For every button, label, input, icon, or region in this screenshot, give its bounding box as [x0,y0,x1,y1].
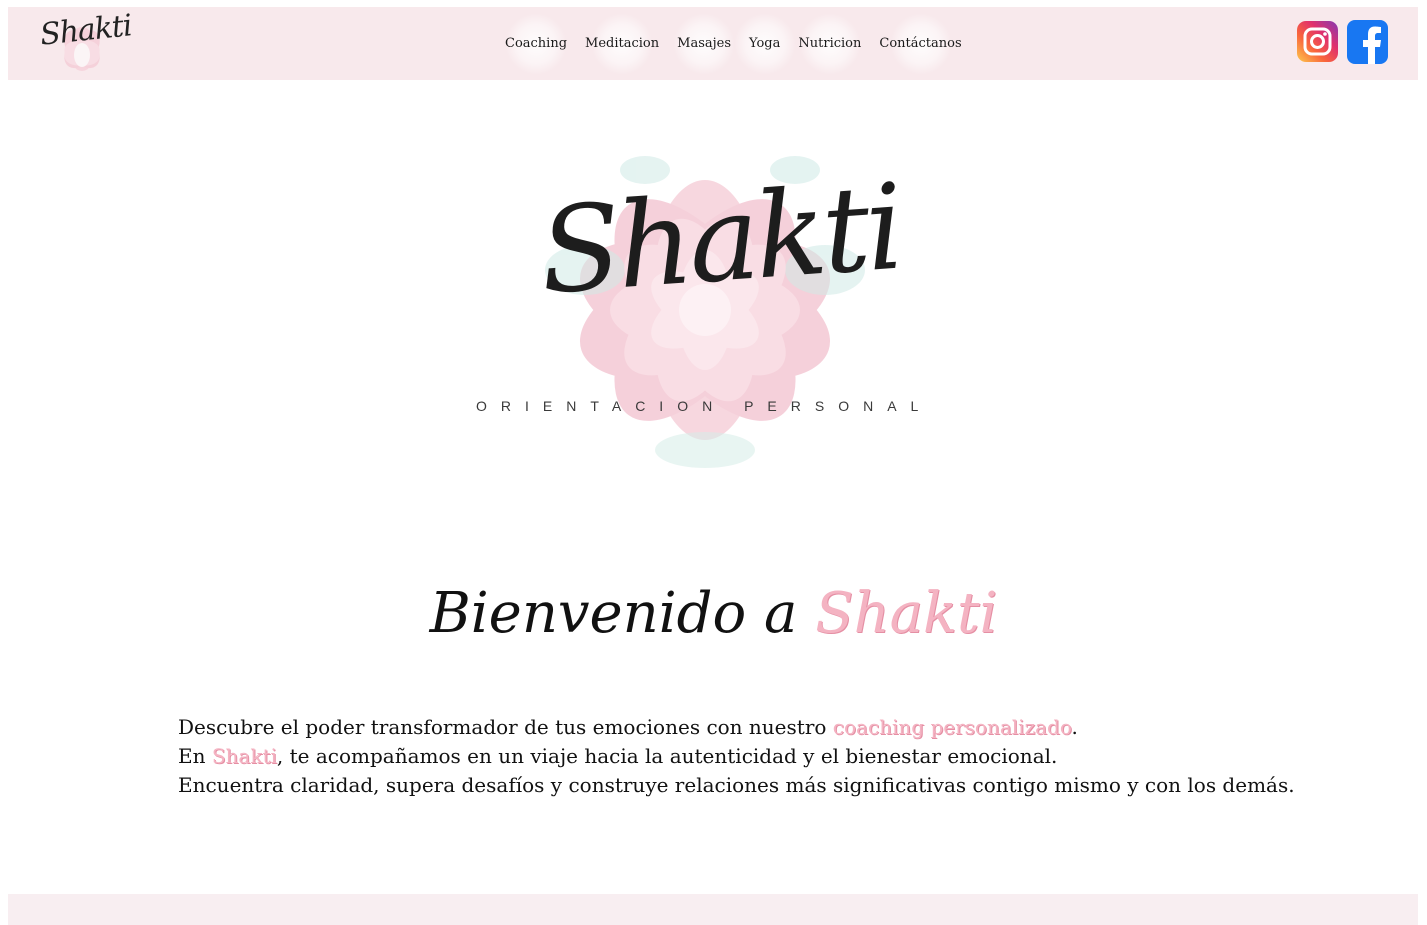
header-logo[interactable]: Shakti [36,8,133,75]
social-links [1297,20,1388,64]
main-nav: Coaching Meditacion Masajes Yoga Nutrici… [496,7,971,80]
welcome-prefix: Bienvenido a [429,581,798,646]
nav-label: Masajes [677,36,732,51]
facebook-icon[interactable] [1347,20,1388,64]
nav-label: Meditacion [585,36,660,51]
welcome-heading: Bienvenido a Shakti [0,580,1427,647]
site-footer [8,894,1418,925]
nav-item-contactanos[interactable]: Contáctanos [870,7,970,80]
page: Shakti Coaching Meditacion Masajes Yoga … [0,0,1427,925]
intro-text-segment: En [178,744,212,768]
nav-label: Contáctanos [879,36,962,51]
nav-item-meditacion[interactable]: Meditacion [576,7,668,80]
intro-text: Descubre el poder transformador de tus e… [178,713,1295,800]
hero-script-title: Shakti [535,157,905,321]
nav-label: Yoga [749,36,781,51]
intro-text-segment: . [1071,715,1078,739]
nav-item-masajes[interactable]: Masajes [668,7,740,80]
site-header: Shakti Coaching Meditacion Masajes Yoga … [8,7,1418,80]
instagram-icon[interactable] [1297,20,1338,64]
intro-line-3: Encuentra claridad, supera desafíos y co… [178,773,1295,797]
nav-item-nutricion[interactable]: Nutricion [789,7,870,80]
intro-line-2: En Shakti, te acompañamos en un viaje ha… [178,742,1278,771]
welcome-brand: Shakti [815,581,998,646]
nav-item-coaching[interactable]: Coaching [496,7,576,80]
nav-item-yoga[interactable]: Yoga [740,7,789,80]
intro-text-segment: , te acompañamos en un viaje hacia la au… [276,744,1058,768]
hero-subtitle: ORIENTACION PERSONAL [476,398,933,414]
nav-label: Nutricion [798,36,862,51]
coaching-highlight: coaching personalizado [832,715,1072,739]
nav-label: Coaching [505,36,568,51]
intro-text-segment: Descubre el poder transformador de tus e… [178,715,833,739]
intro-line-1: Descubre el poder transformador de tus e… [178,713,1278,742]
hero-logo: Shakti ORIENTACION PERSONAL [470,130,940,480]
brand-highlight: Shakti [211,744,277,768]
